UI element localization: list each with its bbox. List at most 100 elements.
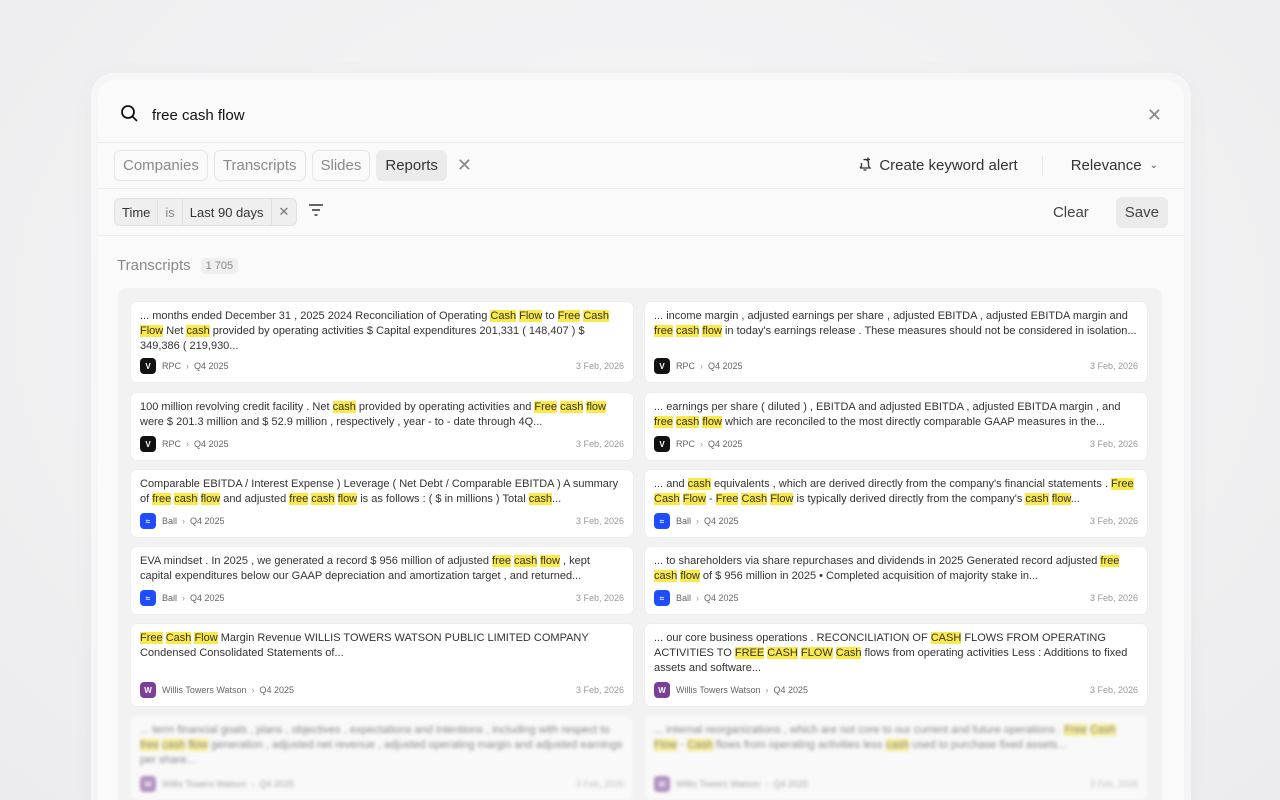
result-meta: V RPC › Q4 2025 3 Feb, 2026 [654,436,1138,452]
sort-dropdown[interactable]: Relevance ⌄ [1071,157,1158,174]
result-card[interactable]: Comparable EBITDA / Interest Expense ) L… [131,470,633,537]
snippet-text: in today's earnings release . These meas… [721,325,1137,337]
search-icon [120,104,138,127]
search-input[interactable]: free cash flow [152,107,1147,124]
keyword-highlight: cash [654,570,678,582]
period: Q4 2025 [194,361,229,371]
bell-plus-icon [857,156,873,176]
chevron-right-icon: › [696,593,700,603]
create-keyword-alert-button[interactable]: Create keyword alert [857,155,1043,176]
keyword-highlight: Cash [165,632,192,644]
keyword-highlight: Free [1111,478,1134,490]
keyword-highlight: flow [702,416,722,428]
snippet-text: - [705,493,716,505]
company-name[interactable]: RPC [676,439,695,449]
result-card[interactable]: ... internal reorganizations , which are… [645,716,1147,800]
snippet-text: flows from operating activities less [712,739,886,751]
tab-transcripts[interactable]: Transcripts [213,150,306,181]
company-name[interactable]: Ball [676,516,691,526]
keyword-highlight: Free [557,310,581,322]
chevron-right-icon: › [251,685,255,695]
remove-filter-icon[interactable]: ✕ [272,199,297,225]
company-name[interactable]: Ball [162,593,177,603]
result-snippet: ... earnings per share ( diluted ) , EBI… [654,400,1138,430]
result-card[interactable]: ... earnings per share ( diluted ) , EBI… [645,393,1147,460]
ball-logo-icon: ≈ [654,513,670,529]
snippet-text: ... [1070,493,1080,505]
filter-icon[interactable] [307,203,325,222]
tab-companies[interactable]: Companies [114,150,208,181]
company-name[interactable]: RPC [162,439,181,449]
rpc-logo-icon: V [654,436,670,452]
result-date: 3 Feb, 2026 [1089,361,1138,371]
company-name[interactable]: Willis Towers Watson [162,779,247,789]
keyword-highlight: cash [885,739,909,751]
snippet-text: which are reconciled to the most directl… [721,416,1106,428]
result-card[interactable]: Free Cash Flow Margin Revenue WILLIS TOW… [131,624,633,706]
result-meta: V RPC › Q4 2025 3 Feb, 2026 [140,358,624,374]
ball-logo-icon: ≈ [140,590,156,606]
keyword-highlight: free [140,739,159,751]
company-name[interactable]: Ball [676,593,691,603]
clear-tab-icon[interactable]: ✕ [457,155,472,176]
tab-reports[interactable]: Reports [376,150,447,181]
result-snippet: ... months ended December 31 , 2025 2024… [140,309,624,354]
company-name[interactable]: Willis Towers Watson [676,685,761,695]
result-card[interactable]: 100 million revolving credit facility . … [131,393,633,460]
period: Q4 2025 [259,779,295,789]
keyword-highlight: cash [676,325,700,337]
result-card[interactable]: EVA mindset . In 2025 , we generated a r… [131,547,633,614]
section-header: Transcripts 1 705 [117,257,239,274]
snippet-text: ... income margin , adjusted earnings pe… [654,310,1128,322]
company-name[interactable]: Willis Towers Watson [676,779,761,789]
company-name[interactable]: Willis Towers Watson [162,685,247,695]
result-snippet: ... income margin , adjusted earnings pe… [654,309,1138,339]
result-date: 3 Feb, 2026 [575,439,624,449]
type-tabs: Companies Transcripts Slides Reports ✕ C… [98,143,1184,189]
result-meta: W Willis Towers Watson › Q4 2025 3 Feb, 2026 [140,776,624,792]
result-card[interactable]: ... our core business operations . RECON… [645,624,1147,706]
result-meta: W Willis Towers Watson › Q4 2025 3 Feb, 2026 [140,682,624,698]
company-name[interactable]: RPC [676,361,695,371]
result-count-badge: 1 705 [200,257,239,274]
keyword-highlight: flow [200,493,221,505]
keyword-highlight: cash [514,555,538,567]
filter-value[interactable]: Last 90 days [183,199,272,225]
close-icon[interactable]: ✕ [1147,105,1162,126]
keyword-highlight: cash [162,739,186,751]
company-name[interactable]: RPC [162,361,181,371]
snippet-text: is as follows : ( $ in millions ) Total [357,493,529,505]
snippet-text: - [677,739,688,751]
result-card[interactable]: ... months ended December 31 , 2025 2024… [131,302,633,382]
period: Q4 2025 [190,593,225,603]
result-date: 3 Feb, 2026 [1089,779,1138,789]
wtw-logo-icon: W [654,776,670,792]
snippet-text: is typically derived directly from the c… [793,493,1026,505]
result-meta: ≈ Ball › Q4 2025 3 Feb, 2026 [140,513,624,529]
result-snippet: ... internal reorganizations , which are… [654,723,1138,753]
keyword-highlight: flow [188,739,208,751]
keyword-highlight: FLOW [800,647,833,659]
chevron-right-icon: › [700,439,704,449]
result-card[interactable]: ... term financial goals , plans , objec… [131,716,633,800]
wtw-logo-icon: W [654,682,670,698]
wtw-logo-icon: W [140,776,156,792]
keyword-highlight: Free [715,493,739,505]
chevron-right-icon: › [182,516,186,526]
time-filter-chip[interactable]: Time is Last 90 days ✕ [114,198,298,226]
save-button[interactable]: Save [1115,196,1168,228]
result-card[interactable]: ... income margin , adjusted earnings pe… [645,302,1147,382]
result-snippet: 100 million revolving credit facility . … [140,400,624,430]
snippet-text: ... [552,493,562,505]
clear-button[interactable]: Clear [1044,197,1098,228]
keyword-highlight: cash [687,478,711,490]
chevron-right-icon: › [186,361,190,371]
tab-slides[interactable]: Slides [311,150,371,181]
result-date: 3 Feb, 2026 [575,516,624,526]
company-name[interactable]: Ball [162,516,177,526]
result-card[interactable]: ... and cash equivalents , which are der… [645,470,1147,537]
results-grid: ... months ended December 31 , 2025 2024… [118,288,1162,800]
result-meta: V RPC › Q4 2025 3 Feb, 2026 [140,436,624,452]
keyword-highlight: Cash [490,310,517,322]
result-card[interactable]: ... to shareholders via share repurchase… [645,547,1147,614]
